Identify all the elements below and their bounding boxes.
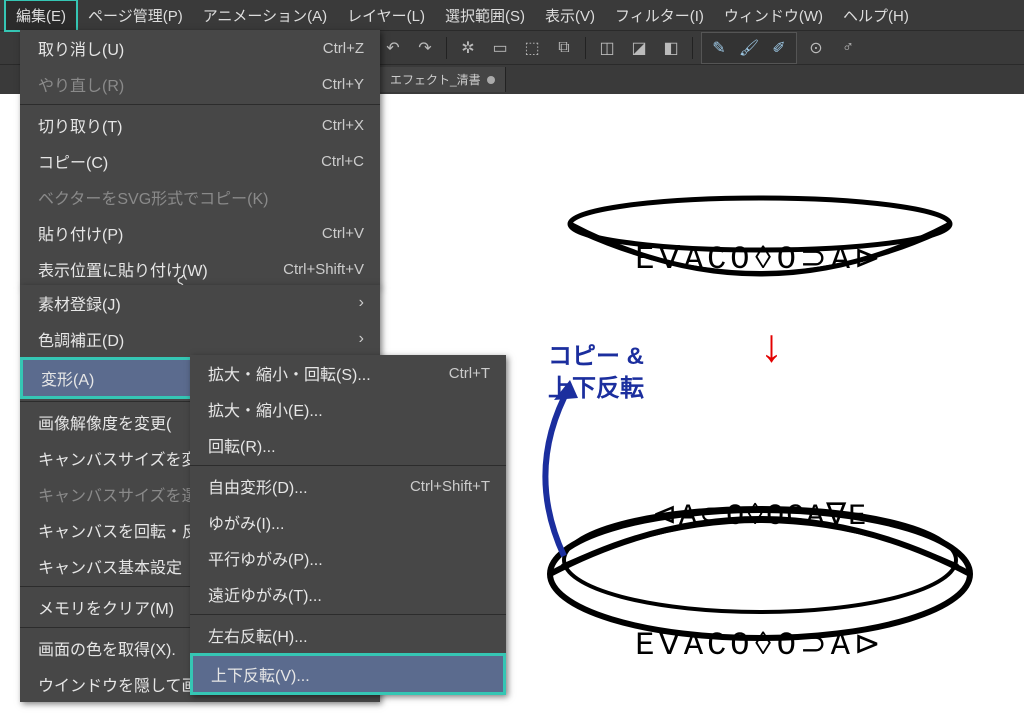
menu-paste-view[interactable]: 表示位置に貼り付け(W)Ctrl+Shift+V [20, 251, 380, 287]
select-tri-icon[interactable]: ◪ [626, 35, 652, 61]
menu-cut[interactable]: 切り取り(T)Ctrl+X [20, 107, 380, 143]
menu-window[interactable]: ウィンドウ(W) [714, 1, 833, 30]
select-rect-icon[interactable]: ◫ [594, 35, 620, 61]
select-split-icon[interactable]: ◧ [658, 35, 684, 61]
menu-help[interactable]: ヘルプ(H) [833, 1, 919, 30]
undo-icon[interactable]: ↶ [380, 35, 406, 61]
redo-icon[interactable]: ↷ [412, 35, 438, 61]
menu-copy[interactable]: コピー(C)Ctrl+C [20, 143, 380, 179]
menu-color-correct[interactable]: 色調補正(D)› [20, 321, 380, 357]
menu-view[interactable]: 表示(V) [535, 1, 605, 30]
brush1-icon[interactable]: ✎ [706, 35, 732, 61]
text-icon[interactable]: ⊙ [803, 35, 829, 61]
loading-icon[interactable]: ✲ [455, 35, 481, 61]
unsaved-dot-icon [487, 76, 495, 84]
menu-copy-svg[interactable]: ベクターをSVG形式でコピー(K) [20, 179, 380, 215]
menu-bar: 編集(E) ページ管理(P) アニメーション(A) レイヤー(L) 選択範囲(S… [0, 0, 1024, 30]
rect-icon[interactable]: ▭ [487, 35, 513, 61]
document-tab[interactable]: エフェクト_清書 [380, 67, 506, 92]
curve-arrow-icon [522, 380, 582, 570]
annotation-line1: コピー & [548, 336, 644, 371]
submenu-skew[interactable]: 平行ゆがみ(P)... [190, 540, 506, 576]
submenu-perspective[interactable]: 遠近ゆがみ(T)... [190, 576, 506, 612]
chevron-right-icon: › [339, 330, 364, 348]
menu-selection[interactable]: 選択範囲(S) [435, 1, 535, 30]
menu-animation[interactable]: アニメーション(A) [193, 1, 337, 30]
menu-layer[interactable]: レイヤー(L) [337, 1, 435, 30]
chevron-right-icon: › [339, 294, 364, 312]
menu-edit[interactable]: 編集(E) [4, 0, 78, 32]
svg-text:E∇ACO◊O⊃A⊳: E∇ACO◊O⊃A⊳ [635, 627, 884, 664]
submenu-rotate[interactable]: 回転(R)... [190, 427, 506, 463]
menu-redo[interactable]: やり直し(R)Ctrl+Y [20, 66, 380, 102]
menu-filter[interactable]: フィルター(I) [605, 1, 714, 30]
crop-icon[interactable]: ⧉ [551, 35, 577, 61]
submenu-free-transform[interactable]: 自由変形(D)...Ctrl+Shift+T [190, 468, 506, 504]
transform-submenu: 拡大・縮小・回転(S)...Ctrl+T 拡大・縮小(E)... 回転(R)..… [190, 355, 506, 695]
submenu-scale-rotate[interactable]: 拡大・縮小・回転(S)...Ctrl+T [190, 355, 506, 391]
edit-menu-dropdown: 取り消し(U)Ctrl+Z やり直し(R)Ctrl+Y 切り取り(T)Ctrl+… [20, 30, 380, 287]
submenu-flip-vertical[interactable]: 上下反転(V)... [190, 653, 506, 695]
gender-icon[interactable]: ♂ [835, 35, 861, 61]
svg-text:⊲A⊂O◊OCA∇E: ⊲A⊂O◊OCA∇E [652, 500, 868, 534]
dotted-icon[interactable]: ⬚ [519, 35, 545, 61]
brush2-icon[interactable]: 🖌 [736, 35, 762, 61]
ring-illustration: E∇ACO◊O⊃A⊳ ⊲A⊂O◊OCA∇E E∇ACO◊O⊃A⊳ [530, 164, 990, 724]
brush-group: ✎ 🖌 ✐ [701, 32, 797, 64]
svg-text:E∇ACO◊O⊃A⊳: E∇ACO◊O⊃A⊳ [635, 241, 884, 278]
submenu-distort[interactable]: ゆがみ(I)... [190, 504, 506, 540]
menu-page[interactable]: ページ管理(P) [78, 1, 193, 30]
menu-material-register[interactable]: 素材登録(J)› [20, 285, 380, 321]
brush3-icon[interactable]: ✐ [766, 35, 792, 61]
submenu-flip-horizontal[interactable]: 左右反転(H)... [190, 617, 506, 653]
tab-label: エフェクト_清書 [390, 71, 481, 88]
arrow-down-icon: ↓ [760, 318, 783, 372]
menu-paste[interactable]: 貼り付け(P)Ctrl+V [20, 215, 380, 251]
submenu-scale[interactable]: 拡大・縮小(E)... [190, 391, 506, 427]
menu-undo[interactable]: 取り消し(U)Ctrl+Z [20, 30, 380, 66]
